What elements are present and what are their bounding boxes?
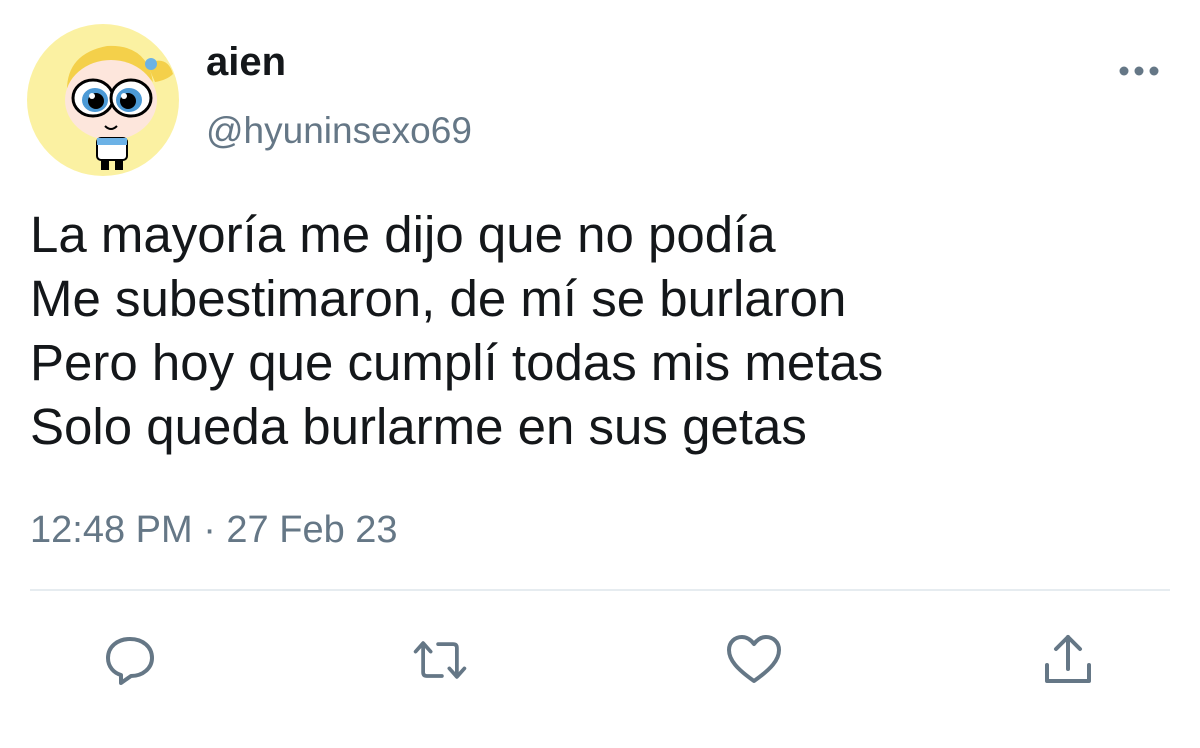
reply-icon: [106, 637, 154, 685]
divider: [30, 589, 1170, 591]
tweet-text-line: Pero hoy que cumplí todas mis metas: [30, 334, 884, 391]
avatar[interactable]: [27, 24, 179, 176]
tweet-text: La mayoría me dijo que no podía Me subes…: [30, 203, 1170, 459]
tweet-timestamp[interactable]: 12:48 PM · 27 Feb 23: [30, 505, 398, 555]
bubbles-avatar-image: [65, 45, 173, 170]
retweet-icon: [413, 641, 467, 679]
share-icon: [1045, 635, 1091, 683]
display-name[interactable]: aien: [206, 38, 286, 86]
heart-icon: [727, 635, 781, 683]
like-button[interactable]: [724, 630, 784, 690]
tweet-text-line: Solo queda burlarme en sus getas: [30, 398, 807, 455]
retweet-button[interactable]: [410, 630, 470, 690]
more-options-button[interactable]: [1114, 56, 1164, 86]
tweet-text-line: La mayoría me dijo que no podía: [30, 206, 776, 263]
more-horizontal-icon: [1119, 66, 1159, 76]
reply-button[interactable]: [100, 630, 160, 690]
share-button[interactable]: [1038, 630, 1098, 690]
tweet-text-line: Me subestimaron, de mí se burlaron: [30, 270, 847, 327]
user-handle[interactable]: @hyuninsexo69: [206, 108, 472, 154]
tweet-card: aien @hyuninsexo69 La mayoría me dijo qu…: [0, 0, 1200, 748]
